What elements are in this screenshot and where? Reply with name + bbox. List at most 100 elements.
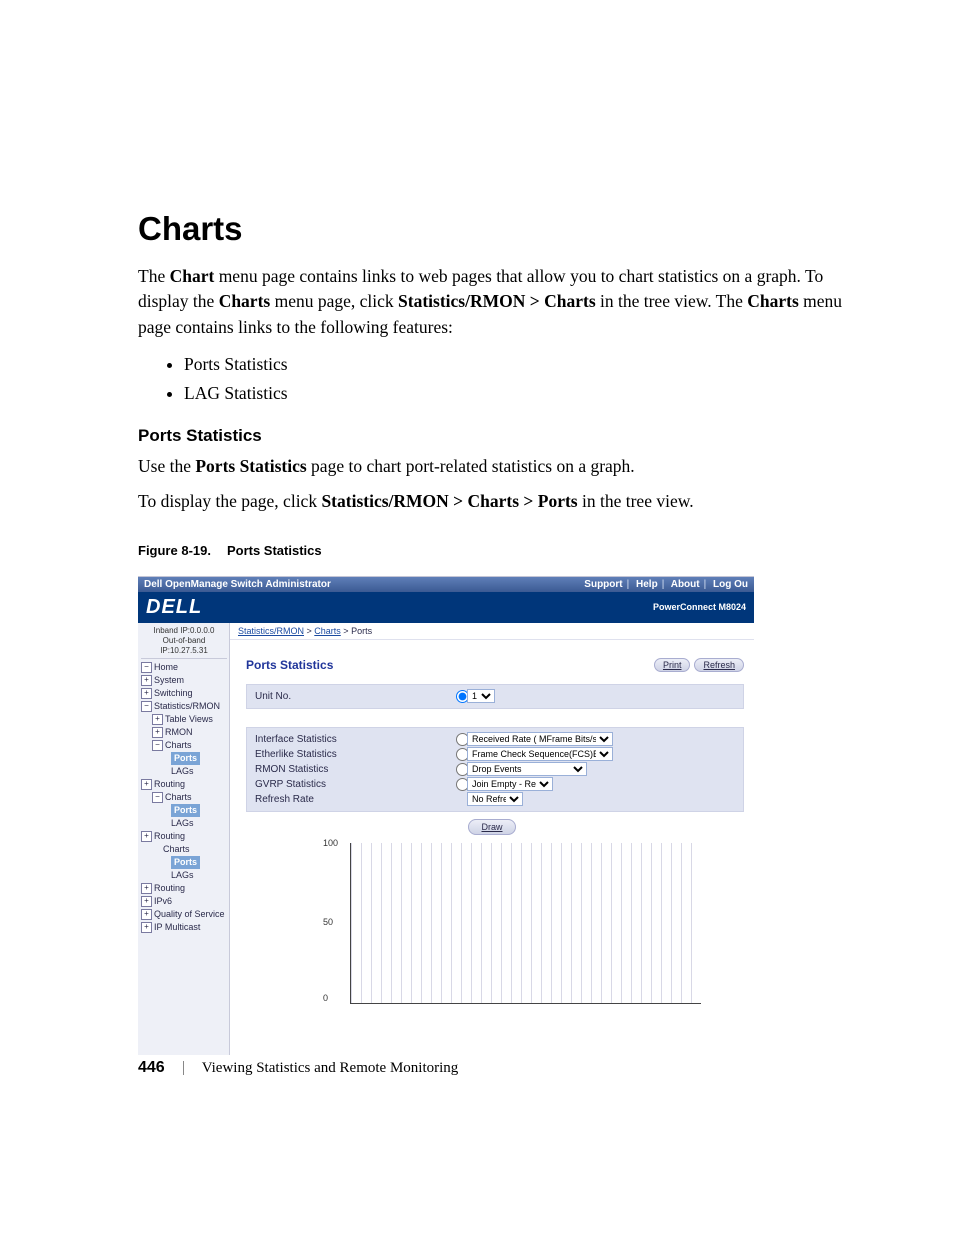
tree-table-views[interactable]: +Table Views	[141, 713, 227, 726]
minus-icon[interactable]: −	[141, 662, 152, 673]
breadcrumb: Statistics/RMON > Charts > Ports	[230, 623, 754, 640]
text: Use the	[138, 456, 195, 476]
text-bold: Statistics/RMON > Charts	[398, 291, 596, 311]
tree-routing-dup[interactable]: +Routing	[141, 830, 227, 843]
dell-logo: DELL	[146, 596, 202, 619]
nav-tree[interactable]: Inband IP:0.0.0.0 Out-of-band IP:10.27.5…	[138, 623, 230, 1055]
if-stats-label: Interface Statistics	[255, 734, 451, 745]
plus-icon[interactable]: +	[152, 714, 163, 725]
chart-area: 100 50 0	[350, 843, 701, 1004]
page-number: 446	[138, 1059, 165, 1077]
tree-routing2[interactable]: +Routing	[141, 882, 227, 895]
plus-icon[interactable]: +	[141, 779, 152, 790]
tree-ports-dup2[interactable]: Ports	[141, 856, 227, 869]
panel-title: Ports Statistics	[246, 658, 333, 672]
print-button[interactable]: Print	[654, 658, 691, 672]
list-item: Ports Statistics	[184, 350, 864, 379]
link-help[interactable]: Help	[636, 579, 658, 590]
figure-number: Figure 8-19.	[138, 543, 211, 558]
draw-button[interactable]: Draw	[468, 819, 515, 835]
plus-icon[interactable]: +	[141, 909, 152, 920]
oob-ip: Out-of-band IP:10.27.5.31	[141, 636, 227, 656]
tree-qos[interactable]: +Quality of Service	[141, 908, 227, 921]
ip-info: Inband IP:0.0.0.0 Out-of-band IP:10.27.5…	[141, 626, 227, 659]
text: in the tree view.	[578, 491, 694, 511]
rmon-stats-select[interactable]: Drop Events	[467, 762, 587, 776]
section-title: Viewing Statistics and Remote Monitoring	[202, 1060, 459, 1077]
link-logout[interactable]: Log Ou	[713, 579, 748, 590]
refresh-select[interactable]: No Refresh	[467, 792, 523, 806]
tree-ports[interactable]: Ports	[141, 752, 227, 765]
figure-caption: Figure 8-19. Ports Statistics	[138, 543, 864, 558]
gvrp-stats-select[interactable]: Join Empty - Receive	[467, 777, 553, 791]
header-links: Support| Help| About| Log Ou	[584, 579, 748, 590]
unit-box: Unit No. 1	[246, 684, 744, 709]
tree-system[interactable]: +System	[141, 674, 227, 687]
minus-icon[interactable]: −	[141, 701, 152, 712]
plus-icon[interactable]: +	[152, 727, 163, 738]
tree-ports-dup[interactable]: Ports	[141, 804, 227, 817]
gvrp-stats-label: GVRP Statistics	[255, 779, 451, 790]
link-about[interactable]: About	[671, 579, 700, 590]
text-bold: Ports Statistics	[195, 456, 306, 476]
document-page: Charts The Chart menu page contains link…	[0, 0, 954, 1235]
paragraph-1: The Chart menu page contains links to we…	[138, 264, 864, 340]
main-panel: Statistics/RMON > Charts > Ports Ports S…	[230, 623, 754, 1055]
crumb-stats[interactable]: Statistics/RMON	[238, 626, 304, 636]
tree-routing[interactable]: +Routing	[141, 778, 227, 791]
tree-ipmc[interactable]: +IP Multicast	[141, 921, 227, 934]
panel-header: Ports Statistics Print Refresh	[230, 640, 754, 680]
plus-icon[interactable]: +	[141, 922, 152, 933]
text: in the tree view. The	[596, 291, 748, 311]
text: The	[138, 266, 170, 286]
text: page to chart port-related statistics on…	[307, 456, 635, 476]
link-support[interactable]: Support	[584, 579, 622, 590]
tree-switching[interactable]: +Switching	[141, 687, 227, 700]
unit-select[interactable]: 1	[467, 689, 495, 703]
crumb-charts[interactable]: Charts	[314, 626, 341, 636]
feature-list: Ports Statistics LAG Statistics	[138, 350, 864, 408]
stats-box: Interface Statistics Received Rate ( MFr…	[246, 727, 744, 812]
ytick-100: 100	[323, 838, 338, 848]
tree-ipv6[interactable]: +IPv6	[141, 895, 227, 908]
heading-charts: Charts	[138, 210, 864, 248]
if-stats-select[interactable]: Received Rate ( MFrame Bits/sec )	[467, 732, 613, 746]
minus-icon[interactable]: −	[152, 792, 163, 803]
heading-ports-statistics: Ports Statistics	[138, 426, 864, 446]
figure-title: Ports Statistics	[227, 543, 322, 558]
text-bold: Charts	[747, 291, 799, 311]
plus-icon[interactable]: +	[141, 831, 152, 842]
inband-ip: Inband IP:0.0.0.0	[141, 626, 227, 636]
minus-icon[interactable]: −	[152, 740, 163, 751]
brand-bar: DELL PowerConnect M8024	[138, 592, 754, 623]
tree-charts-dup2[interactable]: Charts	[141, 843, 227, 856]
plus-icon[interactable]: +	[141, 896, 152, 907]
text-bold: Charts	[219, 291, 271, 311]
plus-icon[interactable]: +	[141, 675, 152, 686]
refresh-button[interactable]: Refresh	[694, 658, 744, 672]
tree-stats[interactable]: −Statistics/RMON	[141, 700, 227, 713]
unit-label: Unit No.	[255, 691, 451, 702]
eth-stats-select[interactable]: Frame Check Sequence(FCS)Errors	[467, 747, 613, 761]
paragraph-3: To display the page, click Statistics/RM…	[138, 489, 864, 514]
page-footer: 446 Viewing Statistics and Remote Monito…	[138, 1059, 458, 1077]
draw-row: Draw	[230, 822, 754, 833]
tree-lags-dup2[interactable]: LAGs	[141, 869, 227, 882]
tree-lags[interactable]: LAGs	[141, 765, 227, 778]
window-titlebar: Dell OpenManage Switch Administrator Sup…	[138, 577, 754, 592]
plus-icon[interactable]: +	[141, 883, 152, 894]
footer-separator	[183, 1061, 184, 1075]
plus-icon[interactable]: +	[141, 688, 152, 699]
tree-home[interactable]: −Home	[141, 661, 227, 674]
device-model: PowerConnect M8024	[653, 602, 746, 612]
window-title: Dell OpenManage Switch Administrator	[144, 579, 331, 590]
screenshot-ports-statistics: Dell OpenManage Switch Administrator Sup…	[138, 576, 754, 1055]
list-item: LAG Statistics	[184, 379, 864, 408]
tree-charts[interactable]: −Charts	[141, 739, 227, 752]
ytick-50: 50	[323, 917, 333, 927]
tree-rmon[interactable]: +RMON	[141, 726, 227, 739]
chart-grid	[351, 843, 701, 1003]
tree-lags-dup[interactable]: LAGs	[141, 817, 227, 830]
ytick-0: 0	[323, 993, 328, 1003]
tree-charts-dup[interactable]: −Charts	[141, 791, 227, 804]
